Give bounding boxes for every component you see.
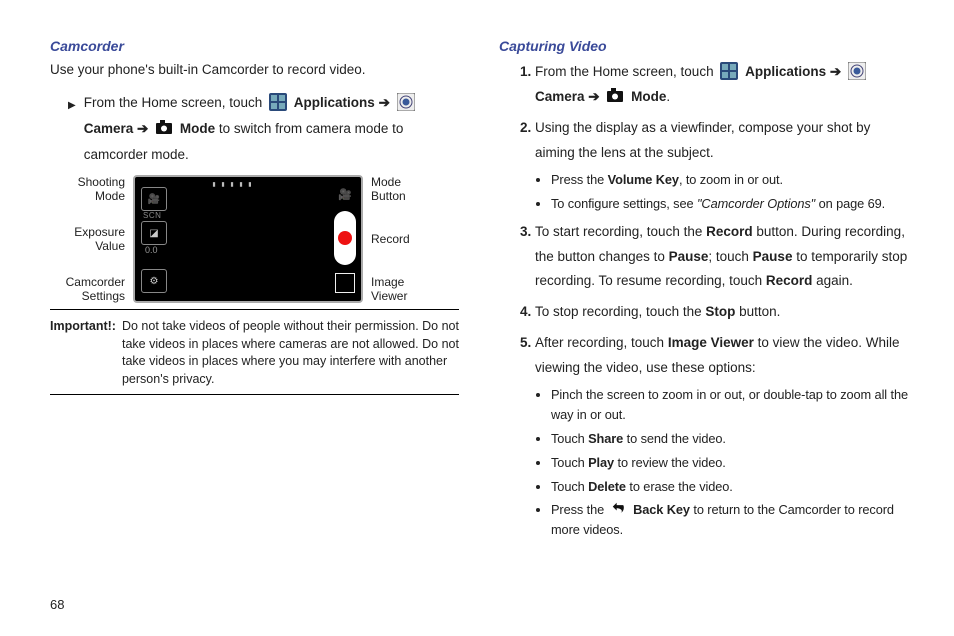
page-number: 68 <box>50 597 64 612</box>
step-3: To start recording, touch the Record but… <box>535 220 908 295</box>
arrow-sep: ➔ <box>826 64 845 79</box>
diagram-right-strip: 🎥 <box>333 183 357 295</box>
applications-label: Applications <box>745 64 826 79</box>
camera-lens-icon <box>397 93 415 111</box>
bullet-delete: Touch Delete to erase the video. <box>551 477 908 497</box>
important-note: Important!: Do not take videos of people… <box>50 318 459 388</box>
scn-label: SCN <box>143 211 161 220</box>
left-column: Camcorder Use your phone's built-in Camc… <box>50 38 459 546</box>
camcorder-step: ▶ From the Home screen, touch Applicatio… <box>68 90 459 167</box>
screen-topbar: ▮ ▮ ▮ ▮ ▮ <box>141 181 325 189</box>
diagram-screen: ▮ ▮ ▮ ▮ ▮ 🎥 ◪0.0 SCN ⚙ 🎥 <box>133 175 363 303</box>
mode-label: Mode <box>631 89 666 104</box>
mode-camera-icon <box>606 87 624 105</box>
divider-bottom <box>50 394 459 395</box>
back-key-icon <box>608 502 630 517</box>
step-1: From the Home screen, touch Applications… <box>535 60 908 110</box>
camera-label: Camera <box>535 89 585 104</box>
bullet-back-key: Press the Back Key to return to the Camc… <box>551 500 908 540</box>
arrow-sep: ➔ <box>375 95 394 110</box>
camcorder-diagram: Shooting Mode Exposure Value Camcorder S… <box>50 175 459 303</box>
apps-icon <box>269 93 287 111</box>
divider-top <box>50 309 459 310</box>
arrow-sep-2: ➔ <box>133 121 152 136</box>
important-label: Important!: <box>50 318 116 388</box>
step5-bullets: Pinch the screen to zoom in or out, or d… <box>535 385 908 540</box>
bullet-volume-key: Press the Volume Key, to zoom in or out. <box>551 170 908 190</box>
step2-text: Using the display as a viewfinder, compo… <box>535 120 870 160</box>
record-button <box>334 211 356 265</box>
diagram-labels-left: Shooting Mode Exposure Value Camcorder S… <box>50 175 133 303</box>
camera-label: Camera <box>84 121 134 136</box>
shooting-mode-icon: 🎥 <box>141 187 167 211</box>
step1-text: From the Home screen, touch <box>535 64 717 79</box>
arrow-sep-2: ➔ <box>585 89 604 104</box>
steps-list: From the Home screen, touch Applications… <box>499 60 908 540</box>
mode-button-icon: 🎥 <box>336 185 354 203</box>
diagram-labels-right: Mode Button Record Image Viewer <box>363 175 446 303</box>
bullet-play: Touch Play to review the video. <box>551 453 908 473</box>
step-2: Using the display as a viewfinder, compo… <box>535 116 908 214</box>
exposure-value-icon: ◪0.0 <box>141 221 167 245</box>
arrow-icon: ▶ <box>68 96 76 115</box>
label-shooting-mode: Shooting Mode <box>50 175 125 203</box>
intro-text: Use your phone's built-in Camcorder to r… <box>50 60 459 80</box>
label-exposure-value: Exposure Value <box>50 225 125 253</box>
step-text: From the Home screen, touch <box>84 95 266 110</box>
period: . <box>666 89 670 104</box>
bullet-configure-settings: To configure settings, see "Camcorder Op… <box>551 194 908 214</box>
settings-gear-icon: ⚙ <box>141 269 167 293</box>
record-dot-icon <box>338 231 352 245</box>
step-5: After recording, touch Image Viewer to v… <box>535 331 908 540</box>
heading-capturing-video: Capturing Video <box>499 38 908 54</box>
applications-label: Applications <box>294 95 375 110</box>
important-text: Do not take videos of people without the… <box>122 318 459 388</box>
camera-lens-icon <box>848 62 866 80</box>
step-4: To stop recording, touch the Stop button… <box>535 300 908 325</box>
image-viewer-thumb <box>335 273 355 293</box>
label-record: Record <box>371 232 446 246</box>
right-column: Capturing Video From the Home screen, to… <box>499 38 908 546</box>
heading-camcorder: Camcorder <box>50 38 459 54</box>
label-mode-button: Mode Button <box>371 175 446 203</box>
mode-camera-icon <box>155 119 173 137</box>
label-camcorder-settings: Camcorder Settings <box>50 275 125 303</box>
bullet-pinch: Pinch the screen to zoom in or out, or d… <box>551 385 908 425</box>
mode-label: Mode <box>180 121 215 136</box>
label-image-viewer: Image Viewer <box>371 275 446 303</box>
bullet-share: Touch Share to send the video. <box>551 429 908 449</box>
step2-bullets: Press the Volume Key, to zoom in or out.… <box>535 170 908 214</box>
apps-icon <box>720 62 738 80</box>
